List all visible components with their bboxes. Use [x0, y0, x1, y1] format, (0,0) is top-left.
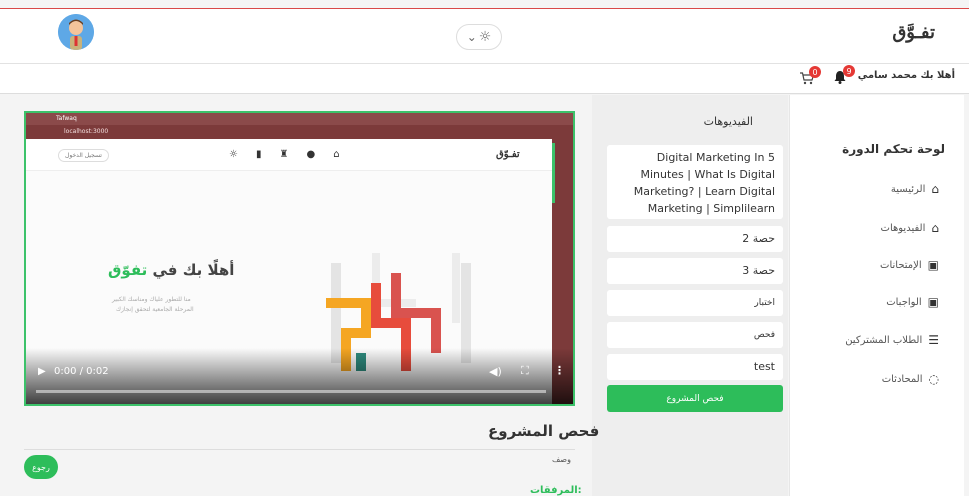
welcome-brand: تفوّق: [108, 261, 148, 279]
divider: [24, 449, 575, 450]
info-icon: ●: [306, 149, 316, 160]
chat-icon: ◌: [928, 372, 939, 386]
browser-tab-bar: [26, 113, 573, 125]
welcome-prefix: أهلًا بك في: [147, 261, 235, 279]
time-display: 0:00 / 0:02: [54, 366, 109, 377]
home-icon: ⌂: [931, 221, 939, 235]
cup-icon: ♜: [279, 149, 289, 160]
play-icon[interactable]: ▶: [38, 366, 46, 377]
fullscreen-icon[interactable]: ⛶: [521, 364, 529, 378]
sun-icon: ☼: [478, 29, 492, 45]
sidebar-title: لوحة تحكم الدورة: [842, 142, 945, 156]
user-greeting: أهلا بك محمد سامي: [857, 70, 955, 81]
avatar[interactable]: [58, 14, 94, 50]
user-bar: [0, 64, 969, 94]
sidebar-item-label: الفيديوهات: [880, 222, 926, 234]
cart-badge: 0: [809, 66, 821, 78]
video-item[interactable]: حصة 2: [607, 226, 783, 252]
sidebar-item-chats[interactable]: المحادثات ◌: [882, 372, 939, 386]
more-options-icon[interactable]: ⋮: [554, 364, 565, 377]
home-icon: ⌂: [931, 182, 939, 196]
back-button[interactable]: رجوع: [24, 455, 58, 479]
sidebar-item-home[interactable]: الرئيسية ⌂: [891, 182, 939, 196]
scrollbar: [552, 143, 555, 203]
browser-tab: Tafwaq: [56, 115, 77, 122]
header-top-border: [0, 8, 969, 9]
progress-bar[interactable]: [36, 390, 546, 393]
welcome-heading: أهلًا بك في تفوّق: [108, 261, 234, 279]
sidebar-item-label: الواجبات: [886, 296, 922, 308]
user-box-icon: ▣: [927, 295, 939, 309]
video-item[interactable]: test: [607, 354, 783, 380]
book-icon: ▮: [255, 149, 262, 160]
video-item[interactable]: حصة 3: [607, 258, 783, 284]
sidebar-item-label: الإمتحانات: [880, 259, 922, 271]
sidebar-item-videos[interactable]: الفيديوهات ⌂: [881, 221, 939, 235]
sidebar-item-exams[interactable]: الإمتحانات ▣: [880, 258, 939, 272]
user-box-icon: ▣: [927, 258, 939, 272]
project-title: فحص المشروع: [488, 422, 600, 440]
attachments-label: المرفقات:: [530, 485, 582, 496]
sidebar-item-students[interactable]: الطلاب المشتركين ☰: [845, 333, 939, 347]
description-label: وصف: [552, 455, 571, 464]
video-item[interactable]: اختبار: [607, 290, 783, 316]
videos-heading: الفيديوهات: [703, 115, 753, 128]
list-icon: ☰: [928, 333, 939, 347]
theme-toggle-button[interactable]: ⌄ ☼: [456, 24, 502, 50]
browser-url: localhost:3000: [64, 128, 109, 135]
video-inner-logo: تفـوّق: [496, 149, 520, 160]
video-player[interactable]: Tafwaq localhost:3000 تفـوّق تسجيل الدخو…: [24, 111, 575, 406]
video-item[interactable]: Digital Marketing In 5 Minutes | What Is…: [607, 145, 783, 219]
chevron-down-icon: ⌄: [466, 30, 477, 44]
sidebar-item-label: المحادثات: [881, 373, 923, 385]
welcome-subtext: المرحلة الجامعية لتحقق إنجازك: [116, 306, 194, 313]
sun-icon: ☼: [229, 149, 238, 160]
video-item[interactable]: فحص: [607, 322, 783, 348]
video-inner-login: تسجيل الدخول: [58, 149, 109, 162]
home-icon: ⌂: [333, 149, 340, 160]
sidebar-item-label: الرئيسية: [890, 183, 926, 195]
logo[interactable]: تفـوَّق: [855, 22, 935, 43]
welcome-subtext: منا للتطور علياك ومناسك الكبير: [112, 296, 191, 303]
project-exam-button[interactable]: فحص المشروع: [607, 385, 783, 412]
sidebar-item-label: الطلاب المشتركين: [845, 334, 923, 346]
sidebar-item-assignments[interactable]: الواجبات ▣: [886, 295, 939, 309]
notification-badge: 9: [843, 65, 855, 77]
video-inner-icons: ☼ ▮ ♜ ● ⌂: [229, 149, 340, 160]
volume-icon[interactable]: ◀): [489, 365, 502, 378]
